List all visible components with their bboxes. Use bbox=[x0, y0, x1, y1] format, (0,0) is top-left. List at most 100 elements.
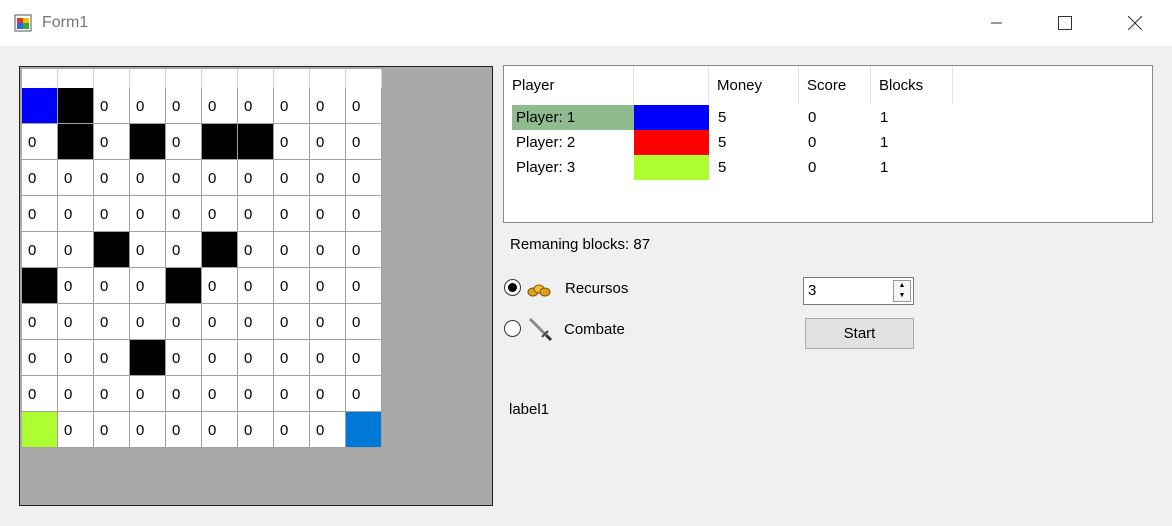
grid-cell[interactable]: 0 bbox=[130, 232, 166, 268]
grid-cell[interactable]: 0 bbox=[58, 304, 94, 340]
grid-cell[interactable]: 0 bbox=[310, 88, 346, 124]
grid-cell[interactable]: 0 bbox=[130, 412, 166, 448]
grid-cell[interactable]: 0 bbox=[202, 160, 238, 196]
grid-cell[interactable]: 0 bbox=[346, 88, 382, 124]
grid-cell[interactable]: 0 bbox=[238, 232, 274, 268]
grid-cell[interactable]: 0 bbox=[238, 340, 274, 376]
grid-cell[interactable]: 0 bbox=[130, 304, 166, 340]
grid-cell[interactable]: 0 bbox=[166, 304, 202, 340]
grid-cell[interactable]: 0 bbox=[58, 232, 94, 268]
grid-cell[interactable]: 0 bbox=[274, 268, 310, 304]
grid-cell[interactable]: 0 bbox=[22, 232, 58, 268]
grid-cell[interactable]: 0 bbox=[94, 124, 130, 160]
grid-cell[interactable] bbox=[94, 232, 130, 268]
grid-cell[interactable]: 0 bbox=[346, 268, 382, 304]
grid-cell[interactable]: 0 bbox=[274, 340, 310, 376]
grid-cell[interactable]: 0 bbox=[166, 124, 202, 160]
spin-up-icon[interactable]: ▲ bbox=[894, 281, 910, 291]
grid-cell[interactable]: 0 bbox=[310, 304, 346, 340]
grid-cell[interactable]: 0 bbox=[310, 232, 346, 268]
grid-cell[interactable] bbox=[346, 412, 382, 448]
grid-cell[interactable]: 0 bbox=[58, 196, 94, 232]
grid-cell[interactable] bbox=[238, 124, 274, 160]
count-stepper[interactable]: 3 ▲ ▼ bbox=[803, 277, 914, 305]
grid-cell[interactable] bbox=[130, 340, 166, 376]
grid-cell[interactable]: 0 bbox=[310, 124, 346, 160]
grid-cell[interactable]: 0 bbox=[310, 376, 346, 412]
grid-cell[interactable]: 0 bbox=[346, 196, 382, 232]
grid-cell[interactable]: 0 bbox=[202, 376, 238, 412]
grid-cell[interactable]: 0 bbox=[58, 412, 94, 448]
grid-cell[interactable]: 0 bbox=[166, 196, 202, 232]
grid-cell[interactable]: 0 bbox=[274, 196, 310, 232]
combate-label[interactable]: Combate bbox=[564, 321, 625, 338]
grid-cell[interactable]: 0 bbox=[238, 376, 274, 412]
grid-cell[interactable]: 0 bbox=[202, 304, 238, 340]
grid-cell[interactable] bbox=[58, 124, 94, 160]
grid-cell[interactable]: 0 bbox=[238, 268, 274, 304]
grid-cell[interactable]: 0 bbox=[166, 88, 202, 124]
player-row[interactable]: Player: 2 5 0 1 bbox=[504, 130, 1152, 155]
grid-cell[interactable]: 0 bbox=[238, 412, 274, 448]
grid-cell[interactable]: 0 bbox=[346, 124, 382, 160]
players-list[interactable]: Player Money Score Blocks Player: 1 5 0 1 Pl… bbox=[503, 65, 1153, 223]
grid-cell[interactable]: 0 bbox=[274, 232, 310, 268]
grid-cell[interactable] bbox=[58, 88, 94, 124]
grid-cell[interactable]: 0 bbox=[238, 304, 274, 340]
grid-cell[interactable]: 0 bbox=[130, 268, 166, 304]
grid-cell[interactable]: 0 bbox=[22, 124, 58, 160]
grid-cell[interactable]: 0 bbox=[58, 268, 94, 304]
grid-cell[interactable]: 0 bbox=[22, 160, 58, 196]
column-header-color[interactable] bbox=[634, 66, 709, 104]
grid-cell[interactable]: 0 bbox=[274, 160, 310, 196]
grid-cell[interactable] bbox=[202, 232, 238, 268]
column-header-blocks[interactable]: Blocks bbox=[871, 66, 953, 104]
grid-cell[interactable]: 0 bbox=[94, 268, 130, 304]
grid-cell[interactable] bbox=[22, 412, 58, 448]
grid-cell[interactable]: 0 bbox=[58, 376, 94, 412]
grid-cell[interactable]: 0 bbox=[310, 160, 346, 196]
grid-cell[interactable]: 0 bbox=[94, 88, 130, 124]
grid-cell[interactable]: 0 bbox=[346, 160, 382, 196]
grid-cell[interactable]: 0 bbox=[274, 412, 310, 448]
grid-cell[interactable]: 0 bbox=[130, 160, 166, 196]
grid-cell[interactable]: 0 bbox=[310, 340, 346, 376]
column-header-money[interactable]: Money bbox=[709, 66, 799, 104]
column-header-player[interactable]: Player bbox=[504, 66, 634, 104]
grid-cell[interactable]: 0 bbox=[238, 160, 274, 196]
grid-cell[interactable]: 0 bbox=[94, 340, 130, 376]
grid-cell[interactable]: 0 bbox=[22, 196, 58, 232]
grid-cell[interactable]: 0 bbox=[22, 376, 58, 412]
grid-cell[interactable]: 0 bbox=[130, 376, 166, 412]
grid-cell[interactable]: 0 bbox=[310, 268, 346, 304]
grid-cell[interactable] bbox=[166, 268, 202, 304]
grid-cell[interactable]: 0 bbox=[346, 376, 382, 412]
grid-cell[interactable]: 0 bbox=[130, 196, 166, 232]
grid-cell[interactable]: 0 bbox=[346, 304, 382, 340]
minimize-button[interactable] bbox=[962, 0, 1032, 46]
grid-cell[interactable]: 0 bbox=[94, 160, 130, 196]
grid-cell[interactable]: 0 bbox=[22, 340, 58, 376]
player-row[interactable]: Player: 1 5 0 1 bbox=[504, 105, 1152, 130]
grid-cell[interactable]: 0 bbox=[238, 88, 274, 124]
grid-cell[interactable] bbox=[22, 268, 58, 304]
grid-cell[interactable] bbox=[22, 88, 58, 124]
grid-cell[interactable]: 0 bbox=[274, 304, 310, 340]
grid-cell[interactable]: 0 bbox=[202, 88, 238, 124]
grid-cell[interactable]: 0 bbox=[94, 196, 130, 232]
grid-cell[interactable]: 0 bbox=[202, 268, 238, 304]
player-row[interactable]: Player: 3 5 0 1 bbox=[504, 155, 1152, 180]
spin-down-icon[interactable]: ▼ bbox=[894, 291, 910, 301]
count-value[interactable]: 3 bbox=[808, 282, 816, 299]
column-header-score[interactable]: Score bbox=[799, 66, 871, 104]
grid-cell[interactable]: 0 bbox=[166, 160, 202, 196]
grid-cell[interactable]: 0 bbox=[94, 304, 130, 340]
spin-buttons[interactable]: ▲ ▼ bbox=[893, 280, 911, 302]
grid-cell[interactable]: 0 bbox=[202, 412, 238, 448]
grid-cell[interactable]: 0 bbox=[94, 376, 130, 412]
grid-cell[interactable]: 0 bbox=[274, 376, 310, 412]
recursos-label[interactable]: Recursos bbox=[565, 280, 628, 297]
grid-cell[interactable]: 0 bbox=[202, 340, 238, 376]
grid-cell[interactable]: 0 bbox=[166, 376, 202, 412]
grid-cell[interactable]: 0 bbox=[238, 196, 274, 232]
